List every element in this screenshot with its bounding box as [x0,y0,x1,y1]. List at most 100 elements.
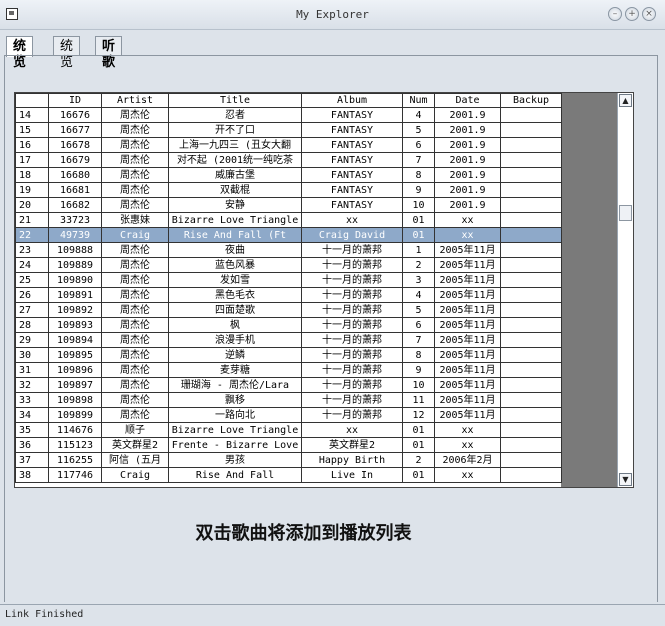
table-cell [500,167,562,183]
table-row[interactable]: 23 109888 周杰伦 夜曲 十一月的萧邦 1 2005年11月 [15,242,562,258]
table-row[interactable]: 27 109892 周杰伦 四面楚歌 十一月的萧邦 5 2005年11月 [15,302,562,318]
table-cell: xx [434,437,501,453]
table-cell: 2001.9 [434,167,501,183]
table-row[interactable]: 38 117746 Craig Rise And Fall Live In 01 xx [15,467,562,483]
table-cell: 周杰伦 [101,302,169,318]
table-cell: 2001.9 [434,107,501,123]
tab-overview[interactable]: 统览 [53,36,81,70]
table-row[interactable]: 14 16676 周杰伦 忍者 FANTASY 4 2001.9 [15,107,562,123]
table-cell: 6 [402,317,435,333]
column-header[interactable] [15,93,49,108]
table-cell: 1 [402,242,435,258]
table-row[interactable]: 34 109899 周杰伦 一路向北 十一月的萧邦 12 2005年11月 [15,407,562,423]
table-cell: 2005年11月 [434,317,501,333]
table-cell: 2005年11月 [434,407,501,423]
table-row[interactable]: 29 109894 周杰伦 浪漫手机 十一月的萧邦 7 2005年11月 [15,332,562,348]
table-row[interactable]: 21 33723 张惠妹 Bizarre Love Triangle xx 01 xx [15,212,562,228]
table-cell: 34 [15,407,49,423]
table-cell [500,212,562,228]
table-cell: 16676 [48,107,102,123]
table-cell: 01 [402,467,435,483]
table-cell: 28 [15,317,49,333]
table-cell: 16679 [48,152,102,168]
tab-listen[interactable]: 听歌 [95,36,123,70]
column-header[interactable]: Artist [101,93,169,108]
table-cell: Live In [301,467,403,483]
table-cell: 周杰伦 [101,107,169,123]
minimize-button[interactable]: – [608,7,622,21]
table-cell: 对不起 (2001统一纯吃茶 [168,152,302,168]
maximize-button[interactable]: + [625,7,639,21]
table-row[interactable]: 35 114676 顺子 Bizarre Love Triangle xx 01 xx [15,422,562,438]
table-row[interactable]: 24 109889 周杰伦 蓝色风暴 十一月的萧邦 2 2005年11月 [15,257,562,273]
table-row[interactable]: 26 109891 周杰伦 黑色毛衣 十一月的萧邦 4 2005年11月 [15,287,562,303]
table-row[interactable]: 30 109895 周杰伦 逆鳞 十一月的萧邦 8 2005年11月 [15,347,562,363]
table-row[interactable]: 37 116255 阿信 (五月 男孩 Happy Birth 2 2006年2月 [15,452,562,468]
vertical-scrollbar[interactable]: ▲ ▼ [617,93,633,487]
table-row[interactable]: 17 16679 周杰伦 对不起 (2001统一纯吃茶 FANTASY 7 2001.9 [15,152,562,168]
scroll-up-icon[interactable]: ▲ [619,94,632,107]
table-cell [500,422,562,438]
status-bar: Link Finished [0,604,665,626]
table-cell: 周杰伦 [101,317,169,333]
table-cell: 十一月的萧邦 [301,302,403,318]
table-cell: 109889 [48,257,102,273]
table-cell: 双截棍 [168,182,302,198]
table-cell: 109891 [48,287,102,303]
table-cell [500,407,562,423]
table-cell: 黑色毛衣 [168,287,302,303]
table-cell: 一路向北 [168,407,302,423]
table-row[interactable]: 25 109890 周杰伦 发如雪 十一月的萧邦 3 2005年11月 [15,272,562,288]
table-cell: 周杰伦 [101,137,169,153]
table-cell: 33723 [48,212,102,228]
table-cell: 33 [15,392,49,408]
table-cell: 周杰伦 [101,377,169,393]
table-cell: 26 [15,287,49,303]
table-cell: 十一月的萧邦 [301,347,403,363]
table-cell: 2001.9 [434,182,501,198]
table-cell: FANTASY [301,122,403,138]
table-cell [500,227,562,243]
table-row[interactable]: 36 115123 英文群星2 Frente - Bizarre Love 英文群星2 0… [15,437,562,453]
table-cell: 25 [15,272,49,288]
column-header[interactable]: ID [48,93,102,108]
table-cell: xx [434,467,501,483]
table-cell: 109890 [48,272,102,288]
table-cell: 十一月的萧邦 [301,317,403,333]
table-cell: 8 [402,347,435,363]
scroll-thumb[interactable] [619,205,632,221]
table-row[interactable]: 20 16682 周杰伦 安静 FANTASY 10 2001.9 [15,197,562,213]
table-row[interactable]: 33 109898 周杰伦 飘移 十一月的萧邦 11 2005年11月 [15,392,562,408]
table-cell: FANTASY [301,152,403,168]
table-cell: FANTASY [301,182,403,198]
tab-overview-active[interactable]: 统览 [6,36,34,70]
table-row[interactable]: 28 109893 周杰伦枫十一月的萧邦 6 2005年11月 [15,317,562,333]
column-header[interactable]: Num [402,93,435,108]
column-header[interactable]: Backup [500,93,562,108]
table-cell: 周杰伦 [101,332,169,348]
table-row[interactable]: 18 16680 周杰伦 威廉古堡 FANTASY 8 2001.9 [15,167,562,183]
table-cell: 逆鳞 [168,347,302,363]
scroll-down-icon[interactable]: ▼ [619,473,632,486]
title-bar: My Explorer – + × [0,0,665,30]
column-header[interactable]: Album [301,93,403,108]
close-button[interactable]: × [642,7,656,21]
table-row[interactable]: 31 109896 周杰伦 麦芽糖 十一月的萧邦 9 2005年11月 [15,362,562,378]
table-cell: 29 [15,332,49,348]
table-cell: 3 [402,272,435,288]
table-row[interactable]: 19 16681 周杰伦 双截棍 FANTASY 9 2001.9 [15,182,562,198]
table-row[interactable]: 15 16677 周杰伦 开不了口 FANTASY 5 2001.9 [15,122,562,138]
table-cell: 12 [402,407,435,423]
table-row[interactable]: 32 109897 周杰伦 珊瑚海 - 周杰伦/Lara 十一月的萧邦 10 2005年11… [15,377,562,393]
table-cell: 十一月的萧邦 [301,377,403,393]
column-header[interactable]: Title [168,93,302,108]
table-cell: 周杰伦 [101,362,169,378]
column-header[interactable]: Date [434,93,501,108]
table-row[interactable]: 16 16678 周杰伦 上海一九四三 (丑女大翻 FANTASY 6 2001.9 [15,137,562,153]
table-cell: 四面楚歌 [168,302,302,318]
table-cell: 7 [402,152,435,168]
table-row[interactable]: 22 49739 Craig Rise And Fall (Ft Craig David… [15,227,562,243]
table-cell [500,257,562,273]
table-cell: 周杰伦 [101,392,169,408]
table-cell: 4 [402,287,435,303]
